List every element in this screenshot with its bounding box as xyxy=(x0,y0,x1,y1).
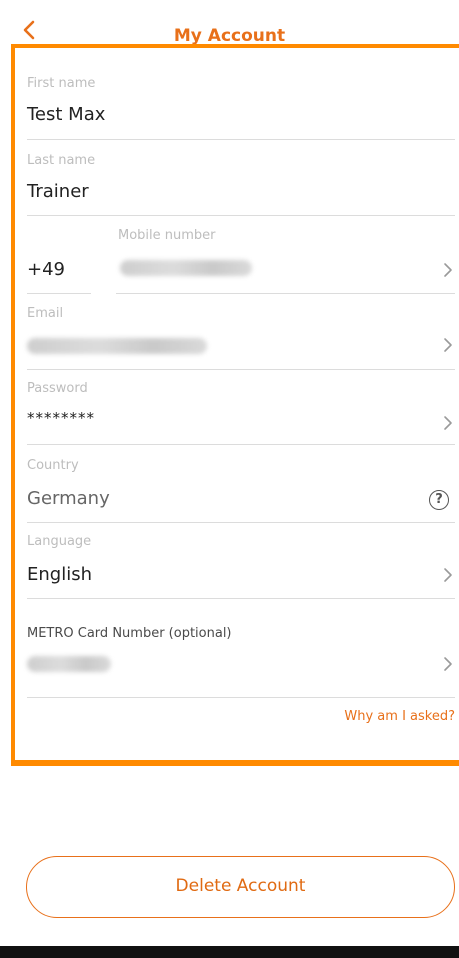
metro-card-field[interactable]: METRO Card Number (optional) xyxy=(27,620,455,700)
divider xyxy=(27,139,455,140)
bottom-bar xyxy=(0,946,459,958)
divider xyxy=(27,444,455,445)
country-field: Country Germany ? xyxy=(27,454,455,524)
language-field[interactable]: Language English xyxy=(27,530,455,600)
last-name-value: Trainer xyxy=(27,181,89,202)
chevron-right-icon xyxy=(444,263,452,277)
first-name-value: Test Max xyxy=(27,104,106,125)
metro-card-redacted xyxy=(27,656,111,672)
delete-account-button[interactable]: Delete Account xyxy=(26,856,455,918)
chevron-right-icon xyxy=(444,338,452,352)
email-field[interactable]: Email xyxy=(27,302,455,372)
country-label: Country xyxy=(27,458,79,473)
divider xyxy=(27,522,455,523)
chevron-right-icon xyxy=(444,416,452,430)
divider xyxy=(27,369,455,370)
my-account-screen: My Account First name Test Max Last name… xyxy=(0,0,459,958)
email-label: Email xyxy=(27,306,64,321)
email-redacted xyxy=(27,338,207,354)
mobile-number-redacted[interactable] xyxy=(120,260,252,276)
chevron-right-icon xyxy=(444,657,452,671)
language-value: English xyxy=(27,564,92,585)
divider xyxy=(27,697,455,698)
last-name-field[interactable]: Last name Trainer xyxy=(27,149,455,219)
page-title: My Account xyxy=(173,26,286,46)
mobile-number-field: +49 Mobile number xyxy=(27,226,455,296)
password-label: Password xyxy=(27,381,88,396)
last-name-label: Last name xyxy=(27,153,96,168)
divider xyxy=(27,598,455,599)
first-name-field[interactable]: First name Test Max xyxy=(27,72,455,142)
first-name-label: First name xyxy=(27,76,96,91)
header: My Account xyxy=(0,0,459,46)
divider xyxy=(27,215,455,216)
language-label: Language xyxy=(27,534,92,549)
password-value: ******** xyxy=(27,409,95,427)
chevron-right-icon xyxy=(444,568,452,582)
country-code-value[interactable]: +49 xyxy=(27,259,65,280)
mobile-number-label: Mobile number xyxy=(118,228,216,243)
mobile-number-underline xyxy=(116,293,455,294)
why-am-i-asked-link[interactable]: Why am I asked? xyxy=(344,709,455,724)
country-code-underline xyxy=(27,293,91,294)
password-field[interactable]: Password ******** xyxy=(27,377,455,447)
country-value: Germany xyxy=(27,488,110,509)
question-circle-icon[interactable]: ? xyxy=(429,490,449,510)
metro-card-label: METRO Card Number (optional) xyxy=(27,626,232,641)
